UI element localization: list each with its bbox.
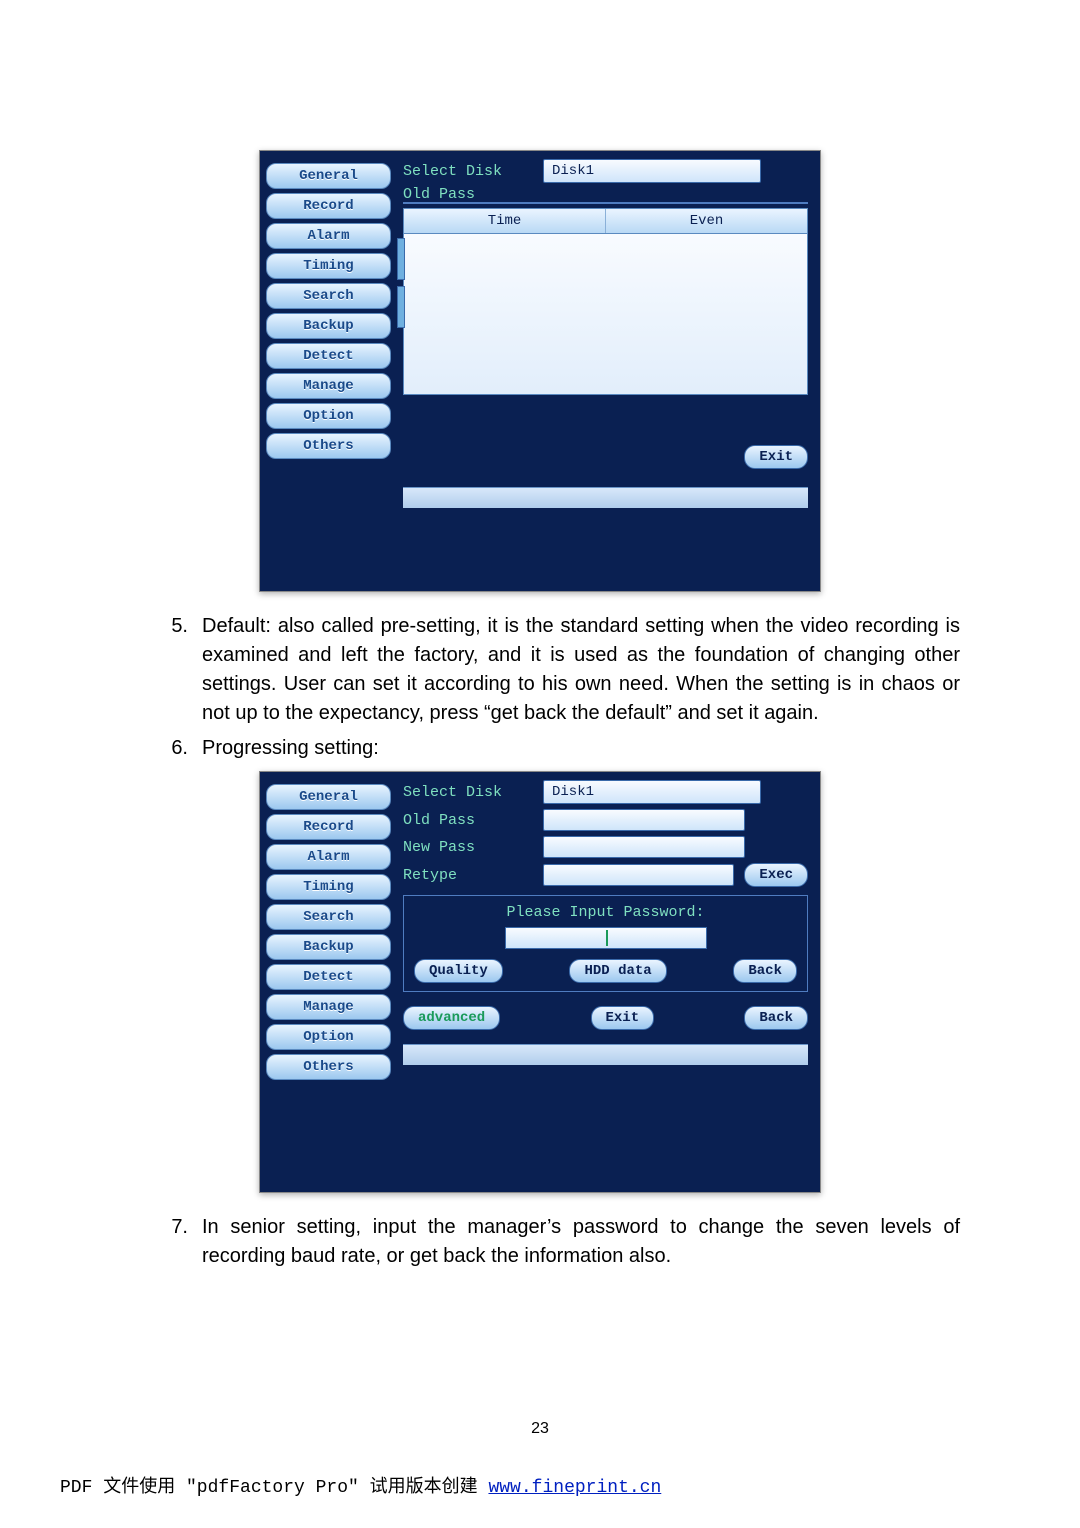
tab-option[interactable]: Option xyxy=(266,1024,391,1050)
tab-manage[interactable]: Manage xyxy=(266,373,391,399)
th-even: Even xyxy=(606,209,807,233)
old-pass-label: Old Pass xyxy=(403,812,533,829)
tab-alarm[interactable]: Alarm xyxy=(266,223,391,249)
hdd-data-button[interactable]: HDD data xyxy=(569,959,666,983)
quality-button[interactable]: Quality xyxy=(414,959,503,983)
table-body xyxy=(403,234,808,395)
tab-record[interactable]: Record xyxy=(266,814,391,840)
dvr-screenshot-1: General Record Alarm Timing Search Backu… xyxy=(259,150,821,592)
caret xyxy=(606,930,608,946)
select-disk-dropdown[interactable]: Disk1 xyxy=(543,159,761,183)
password-input[interactable] xyxy=(505,927,707,949)
tab-search[interactable]: Search xyxy=(266,283,391,309)
footer-link[interactable]: www.fineprint.cn xyxy=(488,1478,661,1498)
list-num-5: 5. xyxy=(160,612,188,728)
exit-button-2[interactable]: Exit xyxy=(591,1006,655,1030)
password-prompt: Please Input Password: xyxy=(414,904,797,921)
pdf-footer: PDF 文件使用 "pdfFactory Pro" 试用版本创建 www.fin… xyxy=(60,1472,661,1498)
list-num-7: 7. xyxy=(160,1213,188,1271)
password-panel: Please Input Password: Quality HDD data … xyxy=(403,895,808,992)
tab-record[interactable]: Record xyxy=(266,193,391,219)
tab-detect[interactable]: Detect xyxy=(266,343,391,369)
side-tabs-2: General Record Alarm Timing Search Backu… xyxy=(260,772,397,1192)
tab-search[interactable]: Search xyxy=(266,904,391,930)
tab-general[interactable]: General xyxy=(266,163,391,189)
tab-option[interactable]: Option xyxy=(266,403,391,429)
divider xyxy=(403,202,808,204)
old-pass-truncated: Old Pass xyxy=(403,186,808,200)
dvr-screenshot-2: General Record Alarm Timing Search Backu… xyxy=(259,771,821,1193)
retype-label: Retype xyxy=(403,867,533,884)
tab-timing[interactable]: Timing xyxy=(266,874,391,900)
tab-timing[interactable]: Timing xyxy=(266,253,391,279)
tab-general[interactable]: General xyxy=(266,784,391,810)
table-header: Time Even xyxy=(403,208,808,234)
new-pass-input[interactable] xyxy=(543,836,745,858)
list-text-6: Progressing setting: xyxy=(202,734,379,763)
page-number: 23 xyxy=(0,1420,1080,1438)
retype-input[interactable] xyxy=(543,864,734,886)
old-pass-input[interactable] xyxy=(543,809,745,831)
status-bar-2 xyxy=(403,1044,808,1065)
exec-button[interactable]: Exec xyxy=(744,863,808,887)
select-disk-label: Select Disk xyxy=(403,163,533,180)
list-text-7: In senior setting, input the manager’s p… xyxy=(202,1213,960,1271)
scrollbar-cue-2[interactable] xyxy=(397,286,405,328)
back-button-2[interactable]: Back xyxy=(744,1006,808,1030)
side-tabs: General Record Alarm Timing Search Backu… xyxy=(260,151,397,591)
tab-others[interactable]: Others xyxy=(266,433,391,459)
advanced-button[interactable]: advanced xyxy=(403,1006,500,1030)
tab-backup[interactable]: Backup xyxy=(266,313,391,339)
status-bar xyxy=(403,487,808,508)
tab-manage[interactable]: Manage xyxy=(266,994,391,1020)
list-num-6: 6. xyxy=(160,734,188,763)
tab-backup[interactable]: Backup xyxy=(266,934,391,960)
tab-others[interactable]: Others xyxy=(266,1054,391,1080)
list-text-5: Default: also called pre-setting, it is … xyxy=(202,612,960,728)
tab-detect[interactable]: Detect xyxy=(266,964,391,990)
tab-alarm[interactable]: Alarm xyxy=(266,844,391,870)
th-time: Time xyxy=(404,209,606,233)
select-disk-label: Select Disk xyxy=(403,784,533,801)
select-disk-dropdown[interactable]: Disk1 xyxy=(543,780,761,804)
exit-button[interactable]: Exit xyxy=(744,445,808,469)
scrollbar-cue[interactable] xyxy=(397,238,405,280)
new-pass-label: New Pass xyxy=(403,839,533,856)
footer-prefix: PDF 文件使用 "pdfFactory Pro" 试用版本创建 xyxy=(60,1478,488,1498)
back-button[interactable]: Back xyxy=(733,959,797,983)
